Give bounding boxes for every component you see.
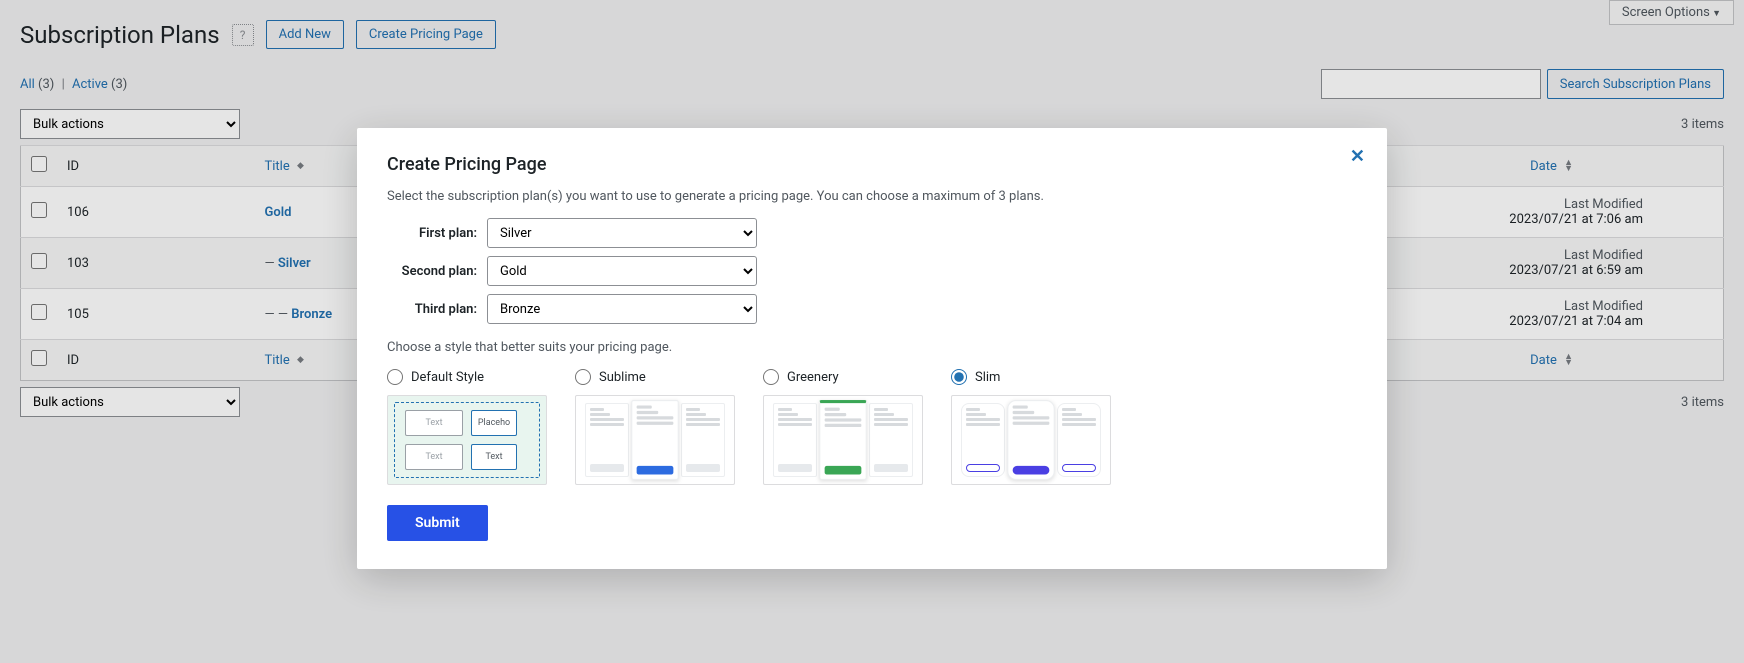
second-plan-label: Second plan: [387, 264, 477, 279]
style-intro: Choose a style that better suits your pr… [387, 340, 1357, 355]
third-plan-select[interactable]: Bronze [487, 294, 757, 324]
select-all-top[interactable] [31, 156, 47, 172]
row-title-link[interactable]: Gold [265, 205, 292, 220]
submit-button[interactable]: Submit [387, 505, 488, 541]
page-header: Subscription Plans ? Add New Create Pric… [20, 20, 1724, 49]
items-count-bottom: 3 items [1681, 395, 1724, 410]
row-checkbox[interactable] [31, 202, 47, 218]
bulk-actions-top[interactable]: Bulk actions [20, 109, 240, 139]
sort-icon: ◆ [297, 163, 304, 169]
style-label-default: Default Style [411, 370, 484, 385]
first-plan-select[interactable]: Silver [487, 218, 757, 248]
row-title-link[interactable]: Bronze [291, 307, 332, 322]
third-plan-label: Third plan: [387, 302, 477, 317]
page-title: Subscription Plans [20, 21, 220, 49]
help-icon[interactable]: ? [232, 24, 254, 46]
close-icon[interactable]: ✕ [1350, 146, 1365, 167]
create-pricing-page-button[interactable]: Create Pricing Page [356, 20, 496, 49]
search-input[interactable] [1321, 69, 1541, 99]
row-id: 103 [57, 238, 255, 289]
row-id: 105 [57, 289, 255, 340]
row-title-link[interactable]: Silver [278, 256, 311, 271]
first-plan-label: First plan: [387, 226, 477, 241]
filter-all[interactable]: All [20, 77, 35, 92]
add-new-button[interactable]: Add New [266, 20, 344, 49]
sort-icon: ◆ [297, 357, 304, 363]
row-checkbox[interactable] [31, 253, 47, 269]
items-count-top: 3 items [1681, 117, 1724, 132]
status-filter-links: All (3) | Active (3) [20, 77, 127, 92]
create-pricing-modal: ✕ Create Pricing Page Select the subscri… [357, 128, 1387, 569]
style-thumb-sublime[interactable] [575, 395, 735, 485]
row-id: 106 [57, 187, 255, 238]
second-plan-select[interactable]: Gold [487, 256, 757, 286]
col-id-header: ID [57, 146, 255, 187]
bulk-actions-bottom[interactable]: Bulk actions [20, 387, 240, 417]
row-checkbox[interactable] [31, 304, 47, 320]
style-radio-default[interactable] [387, 369, 403, 385]
style-label-sublime: Sublime [599, 370, 646, 385]
filter-active-count: (3) [111, 77, 127, 92]
select-all-bottom[interactable] [31, 350, 47, 366]
style-radio-slim[interactable] [951, 369, 967, 385]
filter-active[interactable]: Active [72, 77, 108, 92]
search-button[interactable]: Search Subscription Plans [1547, 69, 1724, 99]
style-thumb-default[interactable]: Text Placeho Text Text [387, 395, 547, 485]
style-label-slim: Slim [975, 370, 1000, 385]
col-id-footer: ID [57, 340, 255, 381]
style-thumb-slim[interactable] [951, 395, 1111, 485]
style-radio-sublime[interactable] [575, 369, 591, 385]
screen-options-toggle[interactable]: Screen Options [1609, 0, 1734, 25]
style-thumb-greenery[interactable] [763, 395, 923, 485]
sort-icon: ▲▼ [1564, 354, 1573, 366]
filter-all-count: (3) [38, 77, 54, 92]
modal-title: Create Pricing Page [387, 154, 1357, 175]
sort-icon: ▲▼ [1564, 160, 1573, 172]
style-label-greenery: Greenery [787, 370, 839, 385]
style-radio-greenery[interactable] [763, 369, 779, 385]
modal-intro: Select the subscription plan(s) you want… [387, 189, 1357, 204]
